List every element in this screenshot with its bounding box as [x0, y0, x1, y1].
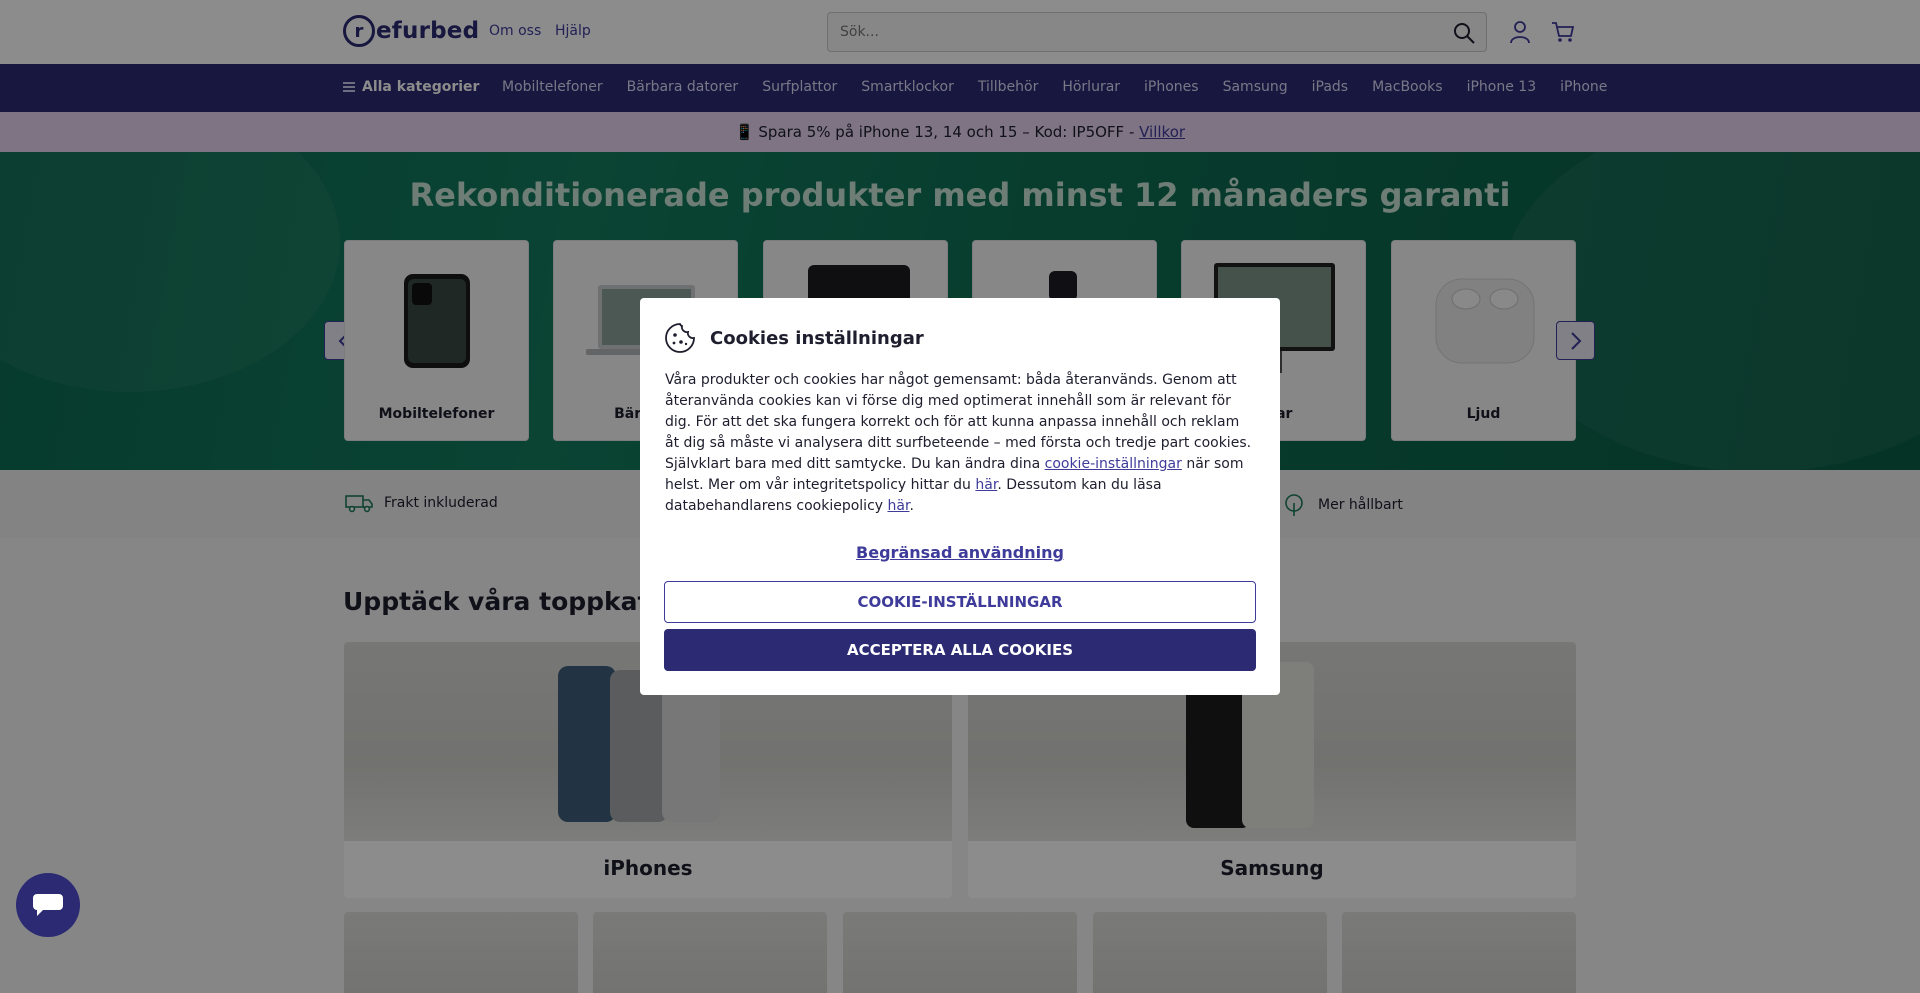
cookie-icon [665, 323, 695, 353]
chat-button[interactable] [16, 873, 80, 937]
limited-use-link[interactable]: Begränsad användning [640, 543, 1280, 562]
cookie-text-part: . [909, 498, 914, 514]
cookie-modal-text: Våra produkter och cookies har något gem… [665, 370, 1257, 517]
cookie-modal: Cookies inställningar Våra produkter och… [640, 298, 1280, 695]
cookie-modal-header: Cookies inställningar [664, 322, 924, 354]
cookie-settings-link[interactable]: cookie-inställningar [1045, 456, 1182, 472]
chat-icon [33, 894, 63, 916]
privacy-policy-link[interactable]: här [975, 477, 997, 493]
cookie-settings-button[interactable]: COOKIE-INSTÄLLNINGAR [664, 581, 1256, 623]
processor-cookie-policy-link[interactable]: här [888, 498, 910, 514]
cookie-modal-title: Cookies inställningar [710, 327, 924, 349]
accept-all-cookies-button[interactable]: ACCEPTERA ALLA COOKIES [664, 629, 1256, 671]
